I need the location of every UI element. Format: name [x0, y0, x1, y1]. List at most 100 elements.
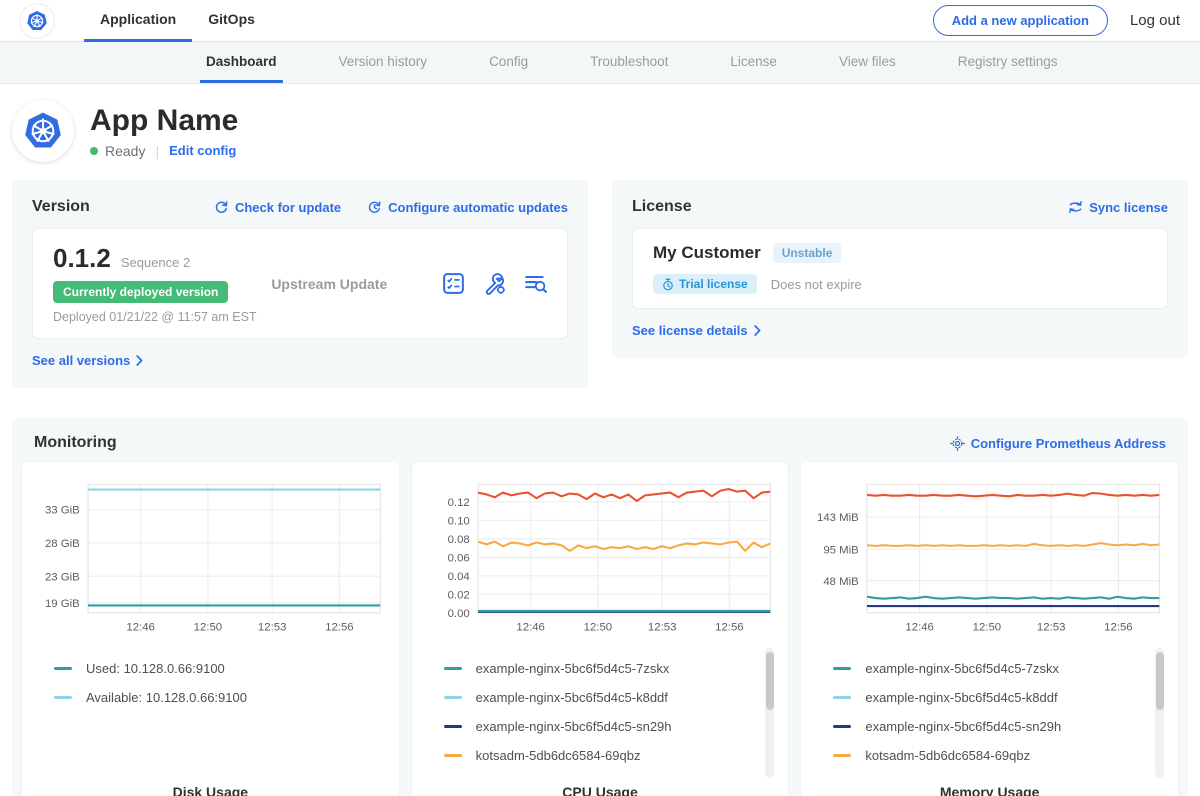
version-card-title: Version — [32, 198, 90, 216]
view-logs-icon[interactable] — [524, 272, 547, 295]
subtab-version-history[interactable]: Version history — [333, 42, 434, 83]
legend-item: Available: 10.128.0.66:9100 — [54, 683, 373, 712]
charts-row: 33 GiB28 GiB23 GiB19 GiB12:4612:5012:531… — [22, 462, 1178, 796]
svg-text:0.00: 0.00 — [447, 608, 469, 620]
configure-automatic-updates-link[interactable]: Configure automatic updates — [367, 200, 568, 215]
svg-text:12:53: 12:53 — [258, 621, 286, 633]
disk-plot: 33 GiB28 GiB23 GiB19 GiB12:4612:5012:531… — [30, 476, 391, 644]
version-number: 0.1.2 — [53, 243, 111, 274]
svg-text:12:46: 12:46 — [906, 621, 934, 633]
svg-text:12:56: 12:56 — [1104, 621, 1132, 633]
chevron-right-icon — [136, 355, 143, 366]
stopwatch-icon — [662, 278, 674, 291]
channel-badge: Unstable — [773, 243, 842, 263]
legend-item: example-nginx-5bc6f5d4c5-sn29h — [833, 712, 1152, 741]
chart-title: Disk Usage — [30, 784, 391, 796]
chart-title: Memory Usage — [809, 784, 1170, 796]
see-all-versions-link[interactable]: See all versions — [32, 353, 143, 368]
legend-item: kotsadm-5db6dc6584-69qbz — [444, 741, 763, 770]
subtab-dashboard[interactable]: Dashboard — [200, 42, 283, 83]
logout-button[interactable]: Log out — [1130, 12, 1180, 29]
legend-label: example-nginx-5bc6f5d4c5-sn29h — [476, 719, 672, 734]
configure-prometheus-link[interactable]: Configure Prometheus Address — [950, 436, 1166, 451]
top-navbar: Application GitOps Add a new application… — [0, 0, 1200, 42]
svg-text:0.06: 0.06 — [447, 552, 469, 564]
svg-text:28 GiB: 28 GiB — [45, 538, 80, 550]
legend-swatch — [54, 696, 72, 699]
app-sub-navbar: Dashboard Version history Config Trouble… — [0, 42, 1200, 84]
legend-item: example-nginx-5bc6f5d4c5-7zskx — [444, 654, 763, 683]
legend-label: example-nginx-5bc6f5d4c5-k8ddf — [865, 690, 1057, 705]
version-card: Version Check for update Configure au — [12, 180, 588, 388]
currently-deployed-badge: Currently deployed version — [53, 281, 228, 303]
svg-text:12:50: 12:50 — [194, 621, 222, 633]
preflight-checklist-icon[interactable] — [442, 272, 465, 295]
memory-legend: example-nginx-5bc6f5d4c5-7zskx example-ng… — [809, 644, 1170, 770]
svg-text:23 GiB: 23 GiB — [45, 571, 80, 583]
legend-scrollbar-thumb[interactable] — [1156, 652, 1164, 710]
legend-scrollbar-thumb[interactable] — [766, 652, 774, 710]
sequence-label: Sequence 2 — [121, 255, 190, 270]
svg-text:19 GiB: 19 GiB — [45, 598, 80, 610]
version-source-label: Upstream Update — [271, 276, 387, 292]
config-wrench-icon[interactable] — [483, 272, 506, 295]
svg-text:0.12: 0.12 — [447, 497, 469, 509]
sync-icon — [1068, 200, 1083, 214]
sync-license-link[interactable]: Sync license — [1068, 200, 1168, 215]
chart-title: CPU Usage — [420, 784, 781, 796]
legend-swatch — [833, 725, 851, 728]
legend-swatch — [444, 667, 462, 670]
subtab-troubleshoot[interactable]: Troubleshoot — [584, 42, 674, 83]
cpu-legend: example-nginx-5bc6f5d4c5-7zskx example-ng… — [420, 644, 781, 770]
disk-legend: Used: 10.128.0.66:9100 Available: 10.128.… — [30, 644, 391, 712]
cards-row: Version Check for update Configure au — [0, 176, 1200, 388]
edit-config-link[interactable]: Edit config — [169, 143, 236, 158]
clock-refresh-icon — [367, 200, 382, 215]
legend-item: kotsadm-5db6dc6584-69qbz — [833, 741, 1152, 770]
see-license-details-link[interactable]: See license details — [632, 323, 761, 338]
subtab-view-files[interactable]: View files — [833, 42, 902, 83]
memory-plot: 143 MiB95 MiB48 MiB12:4612:5012:5312:56 — [809, 476, 1170, 644]
legend-swatch — [444, 754, 462, 757]
legend-scrollbar[interactable] — [765, 648, 774, 778]
chevron-right-icon — [754, 325, 761, 336]
svg-text:12:50: 12:50 — [973, 621, 1001, 633]
subtab-config[interactable]: Config — [483, 42, 534, 83]
gear-icon — [950, 436, 965, 451]
app-header: App Name Ready | Edit config — [0, 84, 1200, 176]
legend-label: Used: 10.128.0.66:9100 — [86, 661, 225, 676]
legend-label: example-nginx-5bc6f5d4c5-sn29h — [865, 719, 1061, 734]
refresh-icon — [214, 200, 229, 215]
subtab-registry-settings[interactable]: Registry settings — [952, 42, 1064, 83]
legend-swatch — [833, 696, 851, 699]
legend-label: kotsadm-5db6dc6584-69qbz — [865, 748, 1030, 763]
current-version-panel: 0.1.2 Sequence 2 Currently deployed vers… — [32, 228, 568, 339]
legend-swatch — [444, 725, 462, 728]
svg-text:12:46: 12:46 — [516, 621, 544, 633]
cpu-plot: 0.120.100.080.060.040.020.0012:4612:5012… — [420, 476, 781, 644]
legend-item: example-nginx-5bc6f5d4c5-k8ddf — [444, 683, 763, 712]
chart-card-cpu: 0.120.100.080.060.040.020.0012:4612:5012… — [412, 462, 789, 796]
subtab-license[interactable]: License — [724, 42, 783, 83]
app-logo-icon — [12, 100, 74, 162]
divider: | — [155, 143, 159, 159]
legend-item: example-nginx-5bc6f5d4c5-7zskx — [833, 654, 1152, 683]
legend-label: example-nginx-5bc6f5d4c5-k8ddf — [476, 690, 668, 705]
svg-text:12:53: 12:53 — [648, 621, 676, 633]
tab-application[interactable]: Application — [84, 0, 192, 42]
tab-gitops[interactable]: GitOps — [192, 0, 271, 42]
svg-text:0.02: 0.02 — [447, 589, 469, 601]
legend-scrollbar[interactable] — [1155, 648, 1164, 778]
customer-name: My Customer — [653, 243, 761, 263]
svg-text:12:56: 12:56 — [325, 621, 353, 633]
chart-card-disk: 33 GiB28 GiB23 GiB19 GiB12:4612:5012:531… — [22, 462, 399, 796]
add-new-application-button[interactable]: Add a new application — [933, 5, 1108, 36]
license-card: License Sync license My Customer Unstabl… — [612, 180, 1188, 358]
check-for-update-link[interactable]: Check for update — [214, 200, 341, 215]
status-text: Ready — [105, 143, 145, 159]
license-card-title: License — [632, 198, 692, 216]
legend-swatch — [833, 754, 851, 757]
svg-text:0.04: 0.04 — [447, 571, 469, 583]
legend-label: Available: 10.128.0.66:9100 — [86, 690, 247, 705]
svg-text:0.08: 0.08 — [447, 534, 469, 546]
